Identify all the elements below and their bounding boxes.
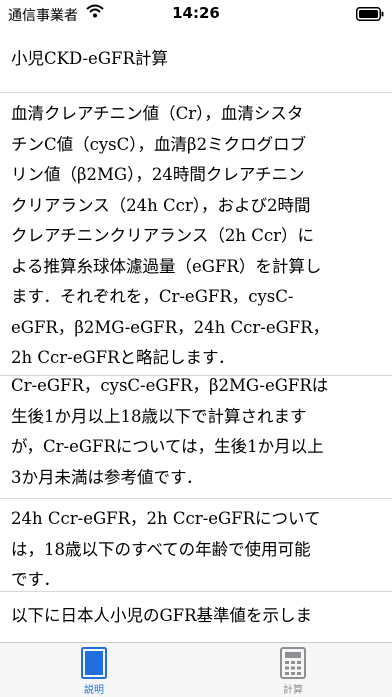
battery-icon — [356, 7, 384, 21]
text-line: 2h Ccr-eGFRと略記します． — [11, 348, 235, 367]
tab-calculation[interactable]: 計算 — [263, 643, 323, 697]
text-line: クレアチニンクリアランス（2h Ccr）に — [11, 226, 314, 245]
text-line: 24h Ccr-eGFR，2h Ccr-eGFRについて — [11, 509, 321, 528]
book-icon — [81, 647, 107, 679]
tab-label: 計算 — [283, 685, 303, 696]
text-line: 3か月未満は参考値です． — [11, 467, 203, 487]
paragraph-ccr-usage: 24h Ccr-eGFR，2h Ccr-eGFRについて は，18歳以下のすべて… — [0, 504, 392, 596]
calculator-icon — [280, 647, 306, 679]
text-line: は，18歳以下のすべての年齢で使用可能 — [11, 539, 311, 559]
text-line: ます．それぞれを，Cr-eGFR，cysC- — [11, 287, 294, 306]
text-line: リン値（β2MG），24時間クレアチニン — [11, 165, 305, 184]
clock: 14:26 — [172, 4, 220, 22]
text-line: 生後1か月以上18歳以下で計算されます — [11, 406, 307, 426]
text-line: チンC値（cysC），血清β2ミクログロブ — [11, 134, 307, 154]
tab-label: 説明 — [84, 685, 104, 696]
text-line: Cr-eGFR，cysC-eGFR，β2MG-eGFRは — [11, 376, 329, 395]
paragraph-age-range: Cr-eGFR，cysC-eGFR，β2MG-eGFRは 生後1か月以上18歳以… — [0, 371, 392, 493]
status-bar: 通信事業者 14:26 — [0, 0, 392, 28]
description-content[interactable]: 小児CKD-eGFR計算 血清クレアチニン値（Cr），血清シスタ チンC値（cy… — [0, 28, 392, 642]
text-line: eGFR，β2MG-eGFR，24h Ccr-eGFR， — [11, 317, 330, 337]
text-line: 血清クレアチニン値（Cr），血清シスタ — [11, 104, 304, 123]
paragraph-overview: 血清クレアチニン値（Cr），血清シスタ チンC値（cysC），血清β2ミクログロ… — [0, 99, 392, 374]
page-title: 小児CKD-eGFR計算 — [11, 49, 168, 68]
paragraph-reference-values: 以下に日本人小児のGFR基準値を示しま — [0, 601, 392, 632]
divider — [0, 591, 392, 592]
text-line: が，Cr-eGFRについては，生後1か月以上 — [11, 437, 324, 456]
text-line: よる推算糸球体濾過量（eGFR）を計算し — [11, 256, 322, 276]
tab-explanation[interactable]: 説明 — [64, 643, 124, 697]
divider — [0, 92, 392, 93]
text-line: クリアランス（24h Ccr），および2時間 — [11, 195, 311, 215]
text-line: 以下に日本人小児のGFR基準値を示しま — [11, 606, 313, 625]
divider — [0, 498, 392, 499]
tab-bar: 説明 計算 — [0, 642, 392, 697]
